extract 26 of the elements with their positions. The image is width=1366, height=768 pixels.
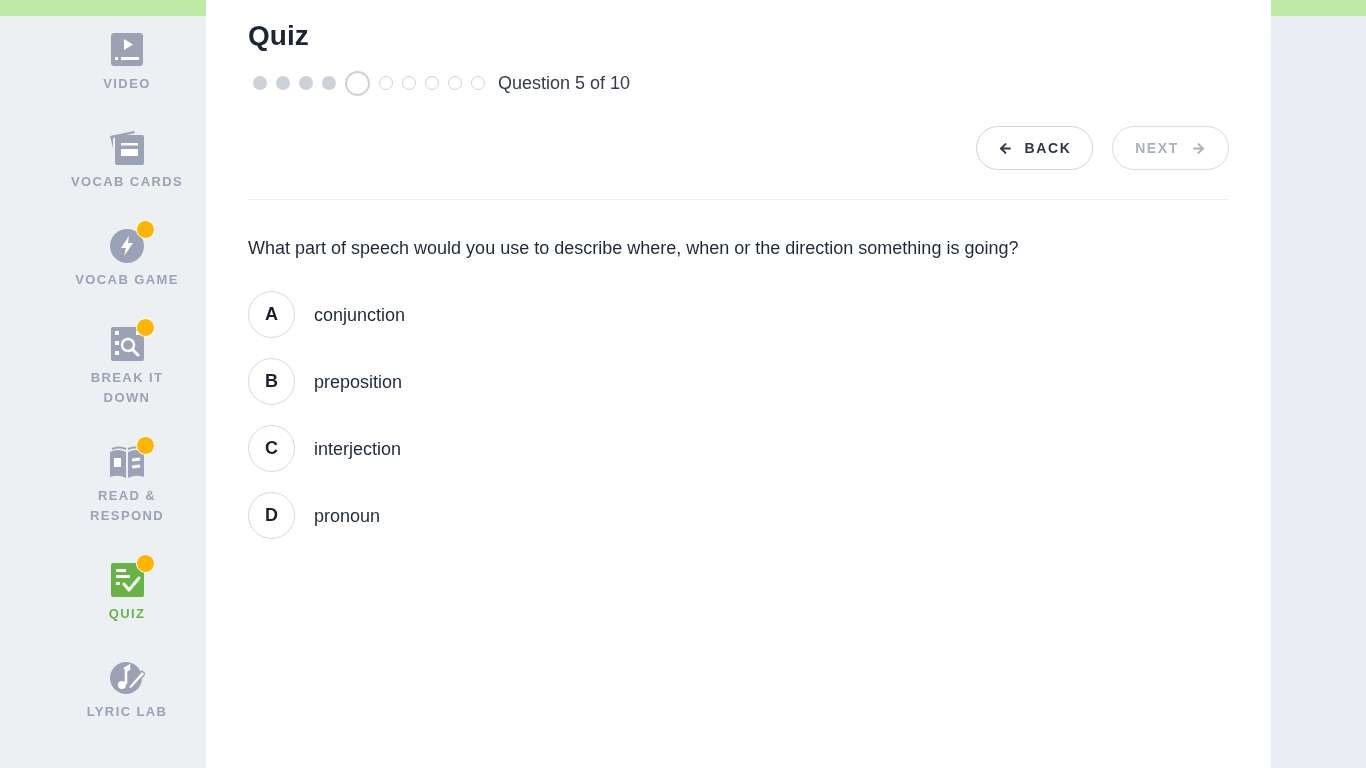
open-book-icon	[109, 444, 145, 480]
sidebar-nav-item[interactable]: BREAK IT DOWN	[66, 326, 188, 408]
play-screen-icon	[109, 32, 145, 68]
arrow-right-icon	[1190, 140, 1206, 156]
sidebar-nav-item[interactable]: VOCAB CARDS	[66, 130, 188, 192]
sidebar-nav-item[interactable]: VOCAB GAME	[66, 228, 188, 290]
answer-text: interjection	[314, 437, 402, 461]
answer-choice-button[interactable]: C	[248, 425, 295, 472]
sidebar-nav-item[interactable]: QUIZ	[66, 562, 188, 624]
answer-choice-button[interactable]: B	[248, 358, 295, 405]
answer-text: pronoun	[314, 504, 381, 528]
stacked-cards-icon	[109, 130, 145, 166]
answer-text: preposition	[314, 370, 403, 394]
answer-choice-button[interactable]: D	[248, 492, 295, 539]
page-title: Quiz	[248, 19, 309, 53]
lightning-circle-icon	[109, 228, 145, 264]
answer-text: conjunction	[314, 303, 406, 327]
question-counter: Question 5 of 10	[498, 72, 631, 95]
sidebar-nav-item[interactable]: READ & RESPOND	[66, 444, 188, 526]
answer-choice-button[interactable]: A	[248, 291, 295, 338]
sidebar-nav-item[interactable]: LYRIC LAB	[66, 660, 188, 722]
question-text: What part of speech would you use to describe where, when or the direction something is going?	[248, 237, 1020, 260]
checklist-icon	[109, 562, 145, 598]
magnifier-grid-icon	[109, 326, 145, 362]
music-note-pencil-icon	[109, 660, 145, 696]
sidebar-nav-item[interactable]: VIDEO	[66, 32, 188, 94]
